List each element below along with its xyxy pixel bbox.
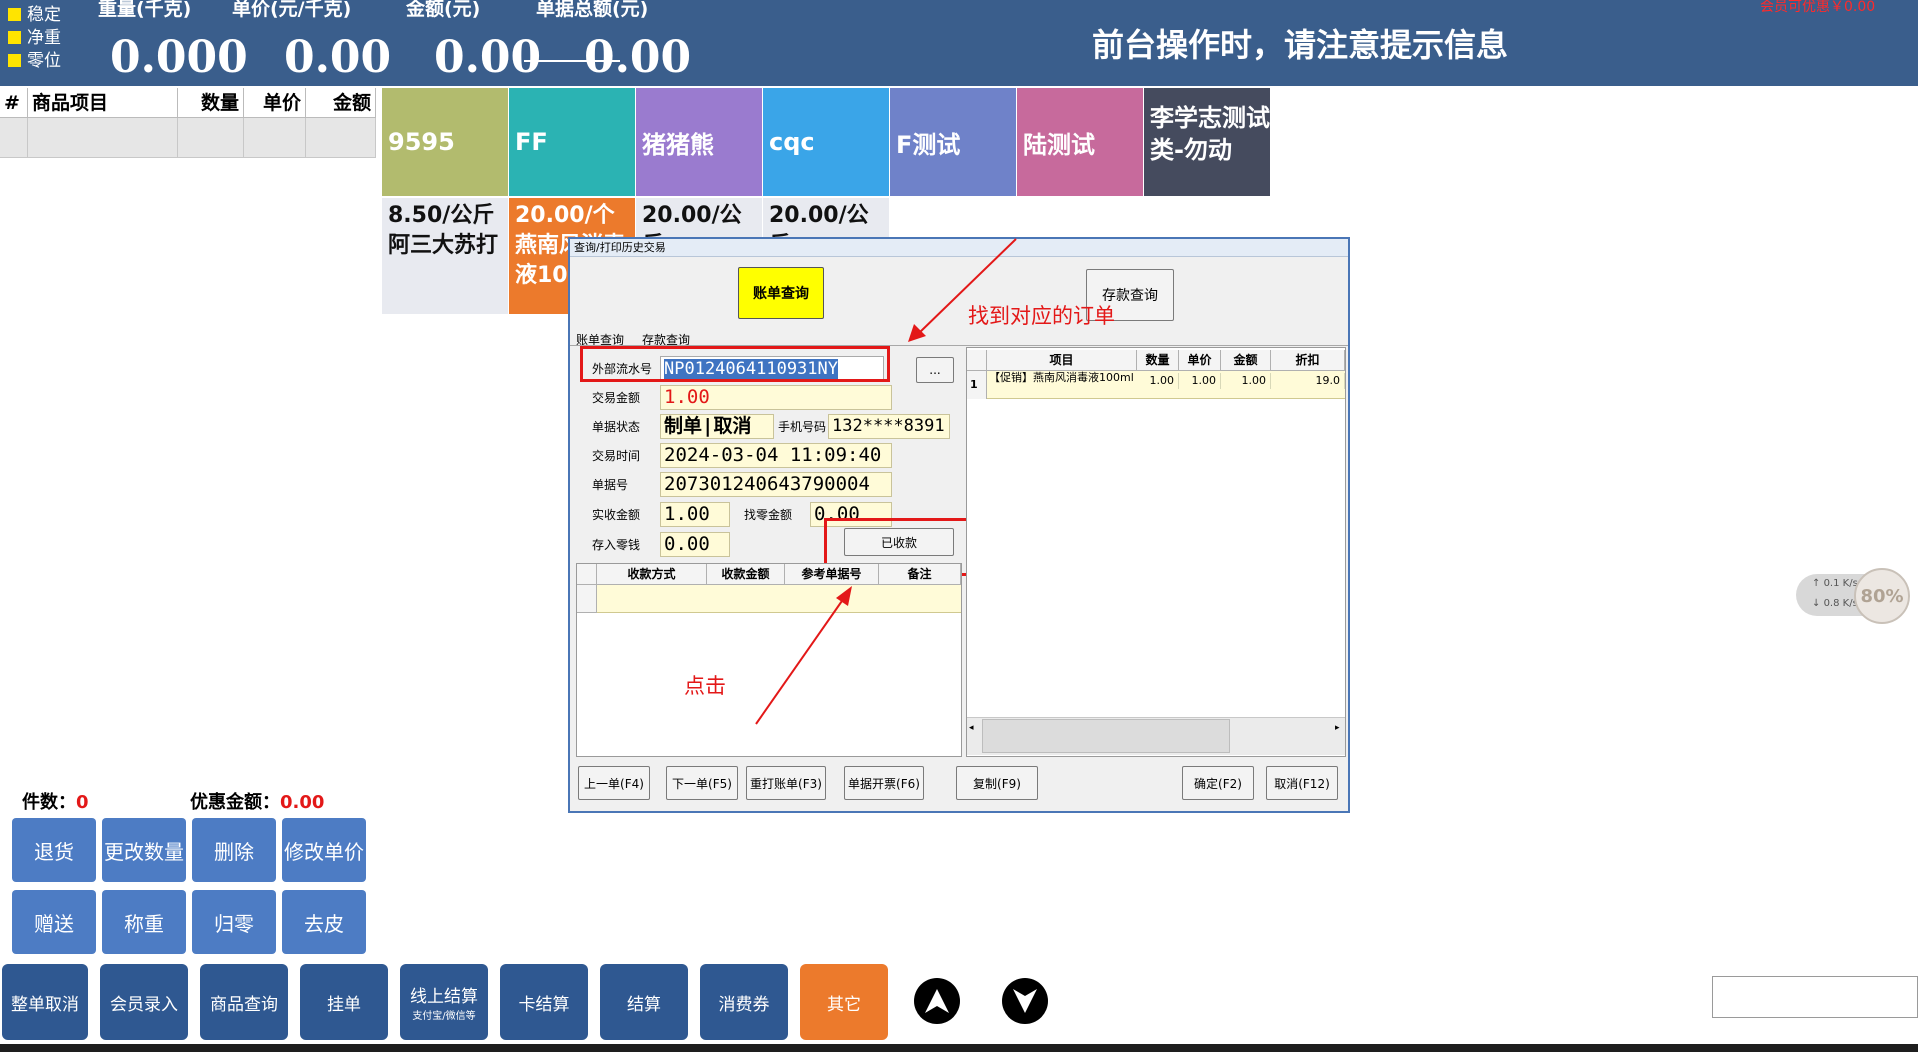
scroll-up-icon[interactable] — [914, 978, 960, 1024]
taskbar — [0, 1044, 1918, 1052]
product-query-button[interactable]: 商品查询 — [200, 964, 288, 1040]
card-payment-button[interactable]: 卡结算 — [500, 964, 588, 1040]
return-button[interactable]: 退货 — [12, 818, 96, 882]
coupon-button[interactable]: 消费券 — [700, 964, 788, 1040]
memory-percent-badge: 80% — [1854, 568, 1910, 624]
cancel-order-button[interactable]: 整单取消 — [2, 964, 88, 1040]
download-speed: ↓ 0.8 K/s — [1812, 598, 1858, 609]
scroll-down-icon[interactable] — [1002, 978, 1048, 1024]
discount-stat: 优惠金额：0.00 — [190, 792, 325, 813]
annotation-click: 点击 — [684, 674, 726, 698]
other-button[interactable]: 其它 — [800, 964, 888, 1040]
zero-button[interactable]: 归零 — [192, 890, 276, 954]
modify-price-button[interactable]: 修改单价 — [282, 818, 366, 882]
online-payment-button[interactable]: 线上结算 支付宝/微信等 — [400, 964, 488, 1040]
hold-order-button[interactable]: 挂单 — [300, 964, 388, 1040]
annotation-find-order: 找到对应的订单 — [968, 304, 1115, 328]
barcode-input[interactable] — [1712, 976, 1918, 1018]
tare-button[interactable]: 去皮 — [282, 890, 366, 954]
delete-button[interactable]: 删除 — [192, 818, 276, 882]
member-entry-button[interactable]: 会员录入 — [100, 964, 188, 1040]
upload-speed: ↑ 0.1 K/s — [1812, 578, 1858, 589]
checkout-button[interactable]: 结算 — [600, 964, 688, 1040]
change-qty-button[interactable]: 更改数量 — [102, 818, 186, 882]
gift-button[interactable]: 赠送 — [12, 890, 96, 954]
weigh-button[interactable]: 称重 — [102, 890, 186, 954]
item-count-stat: 件数：0 — [22, 792, 89, 813]
